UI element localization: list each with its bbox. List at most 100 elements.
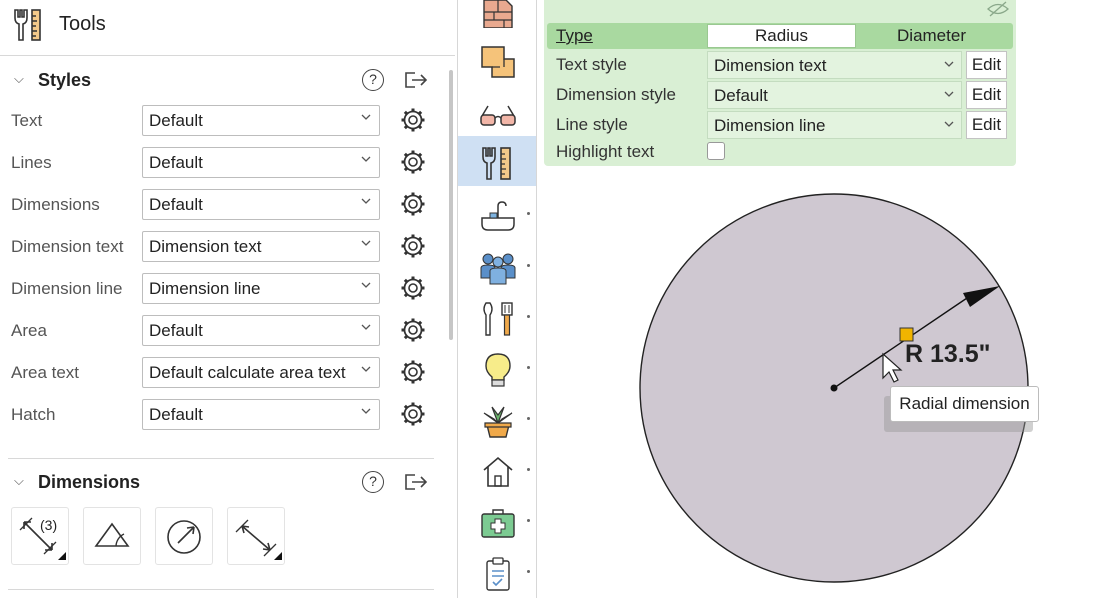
chevron-down-icon — [361, 198, 371, 204]
panel-title: Tools — [59, 13, 106, 35]
style-settings-gear-icon[interactable] — [400, 359, 426, 385]
wall-icon — [483, 0, 513, 28]
text-style-value: Dimension text — [714, 56, 827, 75]
style-select-lines[interactable]: Default — [142, 147, 380, 178]
strip-item-tools[interactable] — [458, 136, 536, 186]
line-style-label: Line style — [556, 115, 628, 134]
chevron-down-icon — [361, 156, 371, 162]
radial-dimension-icon — [167, 520, 201, 554]
type-label: Type — [556, 26, 593, 45]
strip-item-bathtub[interactable] — [458, 188, 536, 238]
people-icon — [480, 253, 516, 285]
kitchen-utensils-icon — [483, 302, 513, 336]
chevron-down-icon — [361, 282, 371, 288]
chevron-down-icon — [361, 366, 371, 372]
style-settings-gear-icon[interactable] — [400, 107, 426, 133]
style-label-dimension-text: Dimension text — [11, 237, 124, 256]
style-settings-gear-icon[interactable] — [400, 233, 426, 259]
style-select-area[interactable]: Default — [142, 315, 380, 346]
strip-item-clipboard[interactable] — [458, 546, 536, 596]
strip-item-lighting[interactable] — [458, 342, 536, 392]
lightbulb-icon — [485, 353, 511, 387]
highlight-text-checkbox[interactable] — [707, 142, 725, 160]
chevron-down-icon — [361, 114, 371, 120]
collapse-dimensions-chevron-icon[interactable]: ⌵ — [14, 473, 24, 489]
chevron-down-icon — [944, 121, 954, 127]
aligned-dimension-button[interactable] — [227, 507, 285, 565]
house-icon — [483, 456, 513, 487]
strip-dot — [527, 468, 530, 471]
tools-icon — [482, 147, 511, 180]
strip-item-people[interactable] — [458, 240, 536, 290]
line-style-edit-button[interactable]: Edit — [966, 111, 1007, 139]
strip-dot — [527, 570, 530, 573]
strip-dot — [527, 315, 530, 318]
style-settings-gear-icon[interactable] — [400, 275, 426, 301]
panel-scrollbar[interactable] — [449, 70, 453, 340]
type-radius-option[interactable]: Radius — [707, 24, 856, 48]
chevron-down-icon — [361, 240, 371, 246]
style-select-value: Default — [149, 111, 203, 130]
style-label-hatch: Hatch — [11, 405, 56, 424]
linear-dimension-button[interactable]: (3) — [11, 507, 69, 565]
strip-dot — [527, 366, 530, 369]
strip-item-plants[interactable] — [458, 393, 536, 443]
style-select-value: Default — [149, 153, 203, 172]
style-select-text[interactable]: Default — [142, 105, 380, 136]
style-settings-gear-icon[interactable] — [400, 401, 426, 427]
chevron-down-icon — [361, 408, 371, 414]
style-settings-gear-icon[interactable] — [400, 191, 426, 217]
style-label-area-text: Area text — [11, 363, 80, 382]
glasses-icon — [480, 105, 516, 126]
strip-item-glasses[interactable] — [458, 86, 536, 136]
dimension-style-edit-button[interactable]: Edit — [966, 81, 1007, 109]
style-select-value: Default — [149, 195, 203, 214]
text-style-edit-button[interactable]: Edit — [966, 51, 1007, 79]
style-select-dimension-text[interactable]: Dimension text — [142, 231, 380, 262]
styles-help-button[interactable]: ? — [362, 69, 384, 91]
tools-icon — [14, 9, 41, 41]
style-select-dimensions[interactable]: Default — [142, 189, 380, 220]
divider — [8, 589, 434, 590]
drawing-canvas[interactable]: R 13.5" Radial dimension — [540, 168, 1100, 598]
dimensions-help-button[interactable]: ? — [362, 471, 384, 493]
dimensions-section-title: Dimensions — [38, 472, 141, 492]
circle-center-point[interactable] — [830, 384, 838, 392]
styles-section-title: Styles — [38, 70, 92, 90]
style-label-dimensions: Dimensions — [11, 195, 100, 214]
visibility-hidden-icon[interactable] — [986, 0, 1010, 18]
strip-item-house[interactable] — [458, 444, 536, 494]
styles-undock-icon[interactable] — [403, 70, 429, 90]
floor-plan-icon — [481, 46, 515, 78]
collapse-styles-chevron-icon[interactable]: ⌵ — [14, 71, 24, 87]
style-select-value: Dimension line — [149, 279, 261, 298]
chevron-down-icon — [944, 61, 954, 67]
dimensions-undock-icon[interactable] — [403, 472, 429, 492]
angular-dimension-button[interactable] — [83, 507, 141, 565]
style-select-value: Default — [149, 405, 203, 424]
radial-dimension-button[interactable] — [155, 507, 213, 565]
strip-item-floor-plan[interactable] — [458, 33, 536, 83]
aligned-dimension-icon — [235, 519, 282, 560]
style-select-dimension-line[interactable]: Dimension line — [142, 273, 380, 304]
line-style-select[interactable]: Dimension line — [707, 111, 962, 139]
style-select-hatch[interactable]: Default — [142, 399, 380, 430]
style-select-area-text[interactable]: Default calculate area text — [142, 357, 380, 388]
strip-item-wall[interactable] — [458, 0, 536, 30]
svg-text:(3): (3) — [40, 517, 57, 533]
strip-item-medical[interactable] — [458, 495, 536, 545]
text-style-select[interactable]: Dimension text — [707, 51, 962, 79]
style-label-text: Text — [11, 111, 43, 130]
style-select-value: Default — [149, 321, 203, 340]
strip-item-kitchen[interactable] — [458, 291, 536, 341]
tools-panel: Tools ⌵ Styles ? ⌵ Dimensions ? (3) Text… — [0, 0, 455, 598]
style-settings-gear-icon[interactable] — [400, 149, 426, 175]
style-label-dimension-line: Dimension line — [11, 279, 123, 298]
type-diameter-option[interactable]: Diameter — [856, 24, 1007, 48]
properties-panel: Type Radius Diameter Text style Dimensio… — [544, 0, 1016, 166]
style-settings-gear-icon[interactable] — [400, 317, 426, 343]
angular-dimension-icon — [94, 522, 130, 547]
radius-dimension-text[interactable]: R 13.5" — [905, 340, 991, 369]
dimension-style-select[interactable]: Default — [707, 81, 962, 109]
style-select-value: Default calculate area text — [149, 363, 346, 382]
